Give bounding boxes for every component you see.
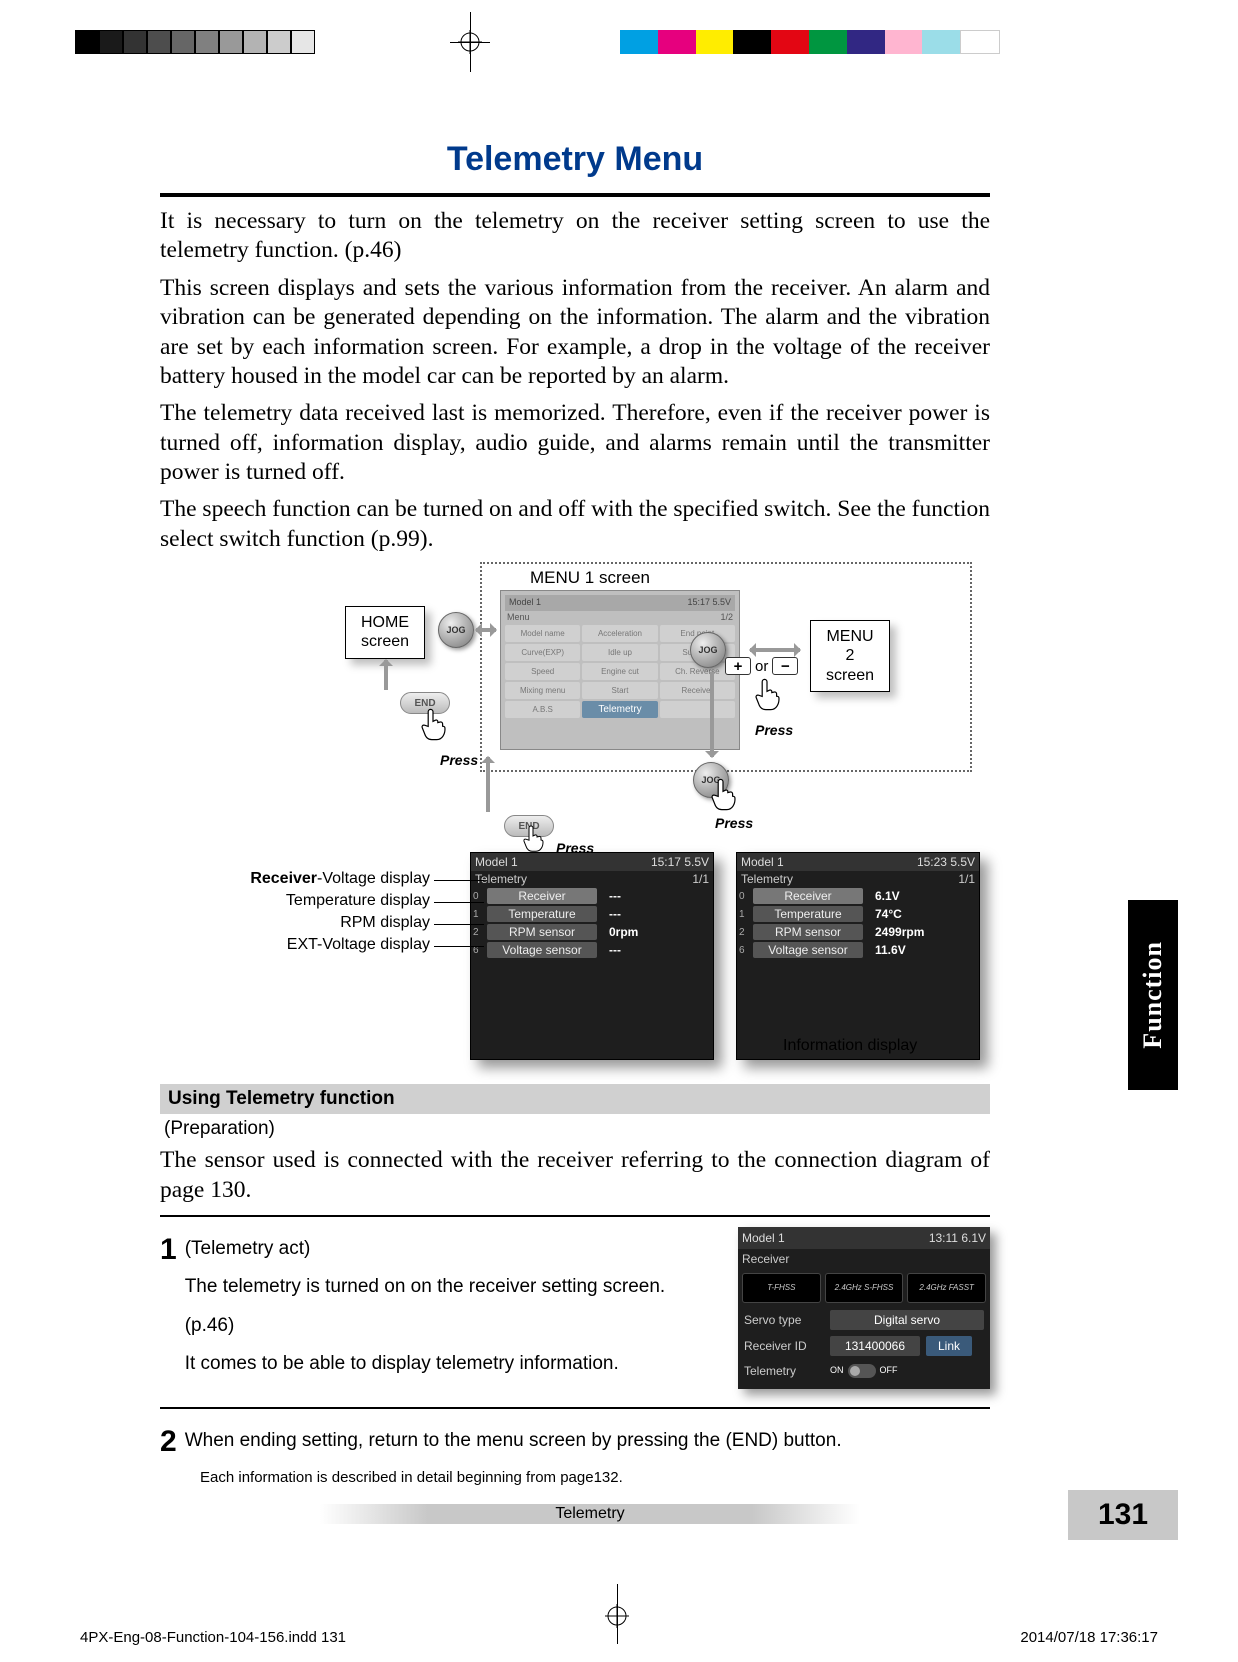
callout-line — [434, 946, 484, 947]
step-number: 2 — [160, 1419, 177, 1466]
callout-line — [434, 902, 484, 903]
callout-rpm: RPM display — [200, 914, 430, 932]
press-label: Press — [755, 722, 793, 738]
side-tab-function: Function — [1128, 900, 1178, 1090]
telemetry-menu-item: Telemetry — [582, 701, 657, 718]
callout-receiver-voltage: Receiver-Voltage display — [200, 870, 430, 888]
divider — [160, 1215, 990, 1217]
toggle-switch-icon — [848, 1364, 876, 1378]
press-label: Press — [440, 752, 478, 768]
content-column: Telemetry Menu It is necessary to turn o… — [160, 140, 990, 1486]
divider — [160, 1407, 990, 1409]
step-number: 1 — [160, 1227, 177, 1397]
navigation-diagram: MENU 1 screen Model 115:17 5.5V Menu1/2 … — [160, 562, 990, 1082]
crop-mark-icon — [617, 1584, 618, 1644]
preparation-text: The sensor used is connected with the re… — [160, 1146, 990, 1205]
telemetry-screen-with-data: Model 115:23 5.5V Telemetry1/1 0Receiver… — [736, 852, 980, 1060]
footer-section-label: Telemetry — [320, 1504, 860, 1524]
receiver-setting-screenshot: Model 113:11 6.1V Receiver T-FHSS 2.4GHz… — [738, 1227, 990, 1389]
sfhss-logo-icon: 2.4GHz S-FHSS — [825, 1273, 904, 1303]
plus-button-icon: + — [725, 657, 751, 675]
callout-line — [434, 924, 484, 925]
arrow-icon — [476, 628, 496, 632]
information-display-label: Information display — [783, 1037, 917, 1055]
step2-text: When ending setting, return to the menu … — [185, 1427, 990, 1456]
callout-ext-voltage: EXT-Voltage display — [200, 936, 430, 954]
menu1-screenshot: Model 115:17 5.5V Menu1/2 Model nameAcce… — [500, 590, 740, 750]
link-button: Link — [926, 1336, 972, 1356]
jog-dial-icon: JOG — [690, 632, 726, 668]
pointing-hand-icon — [418, 707, 448, 743]
grayscale-ramp-icon — [75, 30, 315, 54]
arrow-icon — [486, 757, 490, 812]
menu2-screen-box: MENU 2 screen — [810, 620, 890, 692]
manual-page: Telemetry Menu It is necessary to turn o… — [60, 80, 1178, 1580]
registration-target-icon — [458, 30, 482, 54]
callout-temperature: Temperature display — [200, 892, 430, 910]
home-screen-box: HOME screen — [345, 606, 425, 658]
tfhss-logo-icon: T-FHSS — [742, 1273, 821, 1303]
arrow-icon — [710, 672, 714, 757]
page-number: 131 — [1068, 1490, 1178, 1540]
arrow-icon — [750, 648, 800, 652]
step-1: 1 (Telemetry act) The telemetry is turne… — [160, 1227, 990, 1397]
intro-text: It is necessary to turn on the telemetry… — [160, 207, 990, 554]
pointing-hand-icon — [708, 777, 738, 813]
press-label: Press — [715, 815, 753, 831]
color-bar-icon — [620, 30, 1000, 54]
pointing-hand-icon — [520, 824, 546, 854]
arrow-icon — [384, 660, 388, 690]
step2-note: Each information is described in detail … — [200, 1469, 990, 1486]
title-rule — [160, 193, 990, 197]
fasst-logo-icon: 2.4GHz FASST — [907, 1273, 986, 1303]
telemetry-screen-no-data: Model 115:17 5.5V Telemetry1/1 0Receiver… — [470, 852, 714, 1060]
plus-minus-buttons: + or − — [725, 657, 798, 675]
pointing-hand-icon — [752, 677, 782, 713]
preparation-label: (Preparation) — [164, 1118, 990, 1140]
print-registration-marks — [0, 22, 1238, 62]
paragraph: It is necessary to turn on the telemetry… — [160, 207, 990, 266]
menu1-label: MENU 1 screen — [530, 568, 650, 588]
telemetry-toggle: ON OFF — [830, 1364, 898, 1378]
page-title: Telemetry Menu — [160, 140, 990, 179]
or-label: or — [755, 658, 768, 675]
callout-line — [434, 880, 484, 881]
callout-text: -Voltage display — [317, 870, 430, 887]
step-2: 2 When ending setting, return to the men… — [160, 1419, 990, 1466]
minus-button-icon: − — [772, 657, 798, 675]
print-registration-marks-bottom — [0, 1604, 1238, 1644]
paragraph: The speech function can be turned on and… — [160, 495, 990, 554]
paragraph: The telemetry data received last is memo… — [160, 399, 990, 487]
step1-heading: (Telemetry act) — [185, 1238, 311, 1259]
paragraph: This screen displays and sets the variou… — [160, 274, 990, 392]
section-heading: Using Telemetry function — [160, 1084, 990, 1114]
